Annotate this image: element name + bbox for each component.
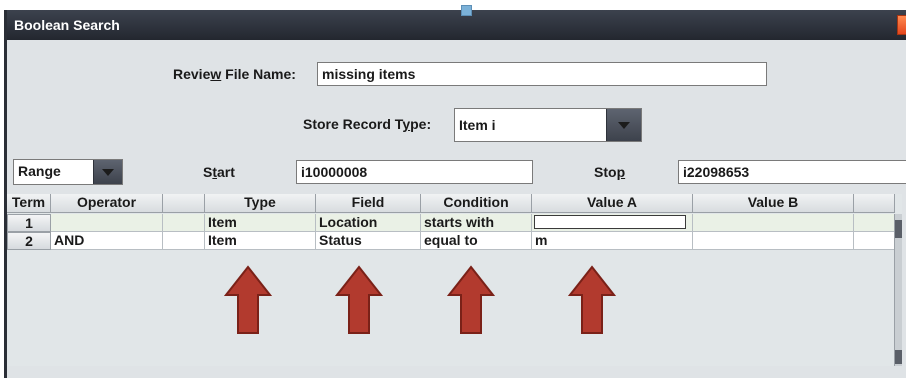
type-cell[interactable]: Item bbox=[205, 214, 316, 232]
vertical-scrollbar[interactable] bbox=[894, 214, 902, 366]
field-cell[interactable]: Location bbox=[316, 214, 421, 232]
chevron-down-icon bbox=[618, 122, 630, 129]
field-cell[interactable]: Status bbox=[316, 232, 421, 250]
operator-cell[interactable] bbox=[51, 214, 163, 232]
term-number-cell[interactable]: 1 bbox=[7, 214, 51, 232]
close-icon[interactable] bbox=[897, 15, 906, 35]
column-header-blank[interactable] bbox=[163, 194, 205, 213]
stop-input[interactable]: i22098653 bbox=[678, 160, 906, 184]
stop-label: Stop bbox=[594, 164, 626, 180]
condition-cell[interactable]: equal to bbox=[421, 232, 532, 250]
column-header-value-b[interactable]: Value B bbox=[693, 194, 854, 213]
column-header-value-a[interactable]: Value A bbox=[532, 194, 693, 213]
blank-cell[interactable] bbox=[163, 232, 205, 250]
value-a-cell[interactable] bbox=[532, 214, 693, 232]
column-header-type[interactable]: Type bbox=[205, 194, 316, 213]
range-mode-dropdown-button[interactable] bbox=[93, 160, 122, 184]
value-a-cell[interactable]: m bbox=[532, 232, 693, 250]
start-input[interactable]: i10000008 bbox=[296, 160, 533, 184]
review-file-name-input[interactable]: missing items bbox=[317, 62, 767, 86]
blank-cell[interactable] bbox=[163, 214, 205, 232]
condition-cell[interactable]: starts with bbox=[421, 214, 532, 232]
up-arrow-icon bbox=[447, 265, 495, 334]
column-header-extra[interactable] bbox=[854, 194, 895, 213]
column-header-field[interactable]: Field bbox=[316, 194, 421, 213]
store-record-type-select[interactable]: Item i bbox=[454, 108, 642, 142]
review-file-name-label: Review File Name: bbox=[173, 66, 296, 82]
scrollbar-top-cap[interactable] bbox=[895, 220, 902, 238]
store-record-type-label: Store Record Type: bbox=[303, 116, 432, 132]
range-mode-value: Range bbox=[18, 163, 61, 179]
window-title: Boolean Search bbox=[14, 17, 120, 33]
up-arrow-icon bbox=[335, 265, 383, 334]
up-arrow-icon bbox=[568, 265, 616, 334]
window-anchor-marker bbox=[461, 5, 472, 16]
value-b-cell[interactable] bbox=[693, 232, 854, 250]
value-b-cell[interactable] bbox=[693, 214, 854, 232]
range-mode-select[interactable]: Range bbox=[13, 159, 123, 185]
start-label: Start bbox=[203, 164, 235, 180]
scrollbar-bottom-cap[interactable] bbox=[895, 350, 902, 364]
value-a-input[interactable] bbox=[534, 215, 686, 229]
extra-cell[interactable] bbox=[854, 232, 895, 250]
column-header-operator[interactable]: Operator bbox=[51, 194, 163, 213]
column-header-term[interactable]: Term bbox=[7, 194, 51, 213]
up-arrow-icon bbox=[224, 265, 272, 334]
chevron-down-icon bbox=[102, 169, 114, 176]
column-header-condition[interactable]: Condition bbox=[421, 194, 532, 213]
store-record-type-value: Item i bbox=[459, 117, 496, 133]
title-bar[interactable]: Boolean Search bbox=[7, 10, 906, 40]
type-cell[interactable]: Item bbox=[205, 232, 316, 250]
store-record-type-dropdown-button[interactable] bbox=[606, 109, 641, 141]
term-number-cell[interactable]: 2 bbox=[7, 232, 51, 250]
operator-cell[interactable]: AND bbox=[51, 232, 163, 250]
extra-cell[interactable] bbox=[854, 214, 895, 232]
